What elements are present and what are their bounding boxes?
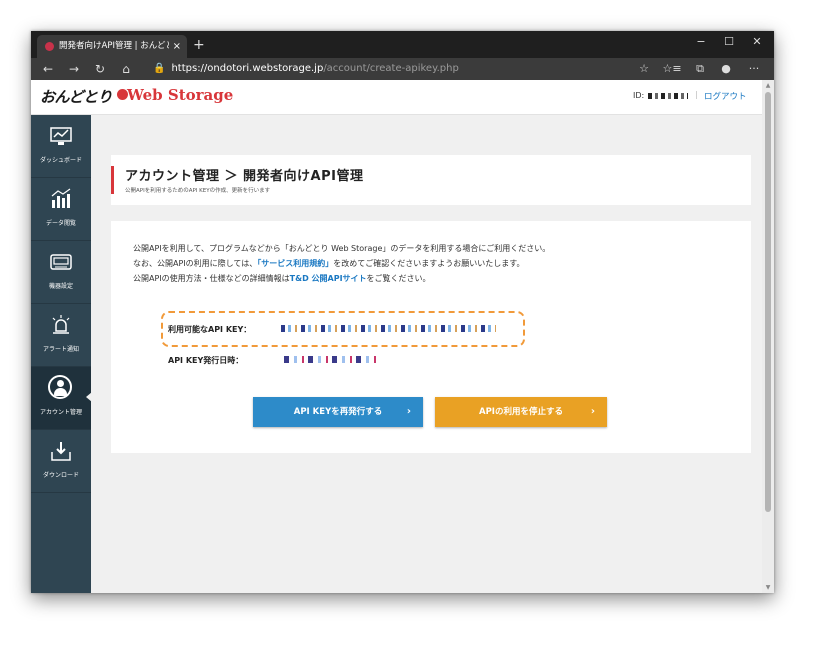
chevron-right-icon: ›	[590, 406, 595, 417]
api-key-masked-value[interactable]	[281, 325, 496, 332]
description-line-2: なお、公開APIの利用に際しては、「サービス利用規約」を改めてご確認くださいます…	[133, 258, 524, 269]
stop-api-button[interactable]: APIの利用を停止する ›	[435, 397, 607, 427]
chevron-right-icon: ›	[406, 406, 411, 417]
description-text: をご覧ください。	[366, 274, 431, 283]
address-bar: ← → ↻ ⌂ 🔒 https://ondotori.webstorage.jp/…	[31, 58, 774, 80]
api-key-label: 利用可能なAPI KEY：	[168, 325, 252, 334]
scrollbar-thumb[interactable]	[765, 92, 771, 512]
sidebar-item-label: アカウント管理	[39, 409, 82, 416]
sidebar-item-label: ダッシュボード	[39, 157, 82, 164]
minimize-button[interactable]: −	[686, 31, 716, 55]
user-id-label: ID:	[633, 91, 645, 100]
new-tab-button[interactable]: +	[193, 34, 205, 56]
browser-tab[interactable]: 開発者向けAPI管理 | おんどとり We ×	[37, 35, 187, 58]
user-id: ID:	[633, 91, 689, 100]
home-icon[interactable]: ⌂	[115, 58, 137, 80]
sidebar-item-label: アラート通知	[42, 346, 79, 353]
api-panel: 公開APIを利用して、プログラムなどから「おんどとり Web Storage」の…	[111, 221, 751, 453]
description-line-1: 公開APIを利用して、プログラムなどから「おんどとり Web Storage」の…	[133, 244, 551, 253]
profile-avatar[interactable]: ●	[715, 58, 737, 80]
sidebar: ダッシュボード データ閲覧 機器設定 アラート通知 アカウント管理 ダウンロード	[31, 115, 92, 593]
site-header: おんどとり Web Storage ID: | ログアウト	[31, 80, 762, 115]
device-settings-icon	[50, 254, 72, 270]
collections-icon[interactable]: ⧉	[689, 58, 711, 80]
account-icon	[48, 375, 72, 399]
header-separator: |	[695, 90, 698, 99]
page-header-panel: アカウント管理 ＞ 開発者向けAPI管理 公開APIを利用するためのAPI KE…	[111, 155, 751, 205]
description-text: 公開APIの使用方法・仕様などの詳細情報は	[133, 274, 290, 283]
reload-icon[interactable]: ↻	[89, 58, 111, 80]
sidebar-item-dashboard[interactable]: ダッシュボード	[31, 115, 91, 178]
page-title: アカウント管理 ＞ 開発者向けAPI管理	[125, 169, 364, 184]
description-text: を改めてご確認くださいますようお願いいたします。	[333, 259, 525, 268]
url-host: https://ondotori.webstorage.jp	[171, 63, 324, 74]
api-site-link[interactable]: T&D 公開APIサイト	[290, 274, 367, 283]
reissue-api-key-button[interactable]: API KEYを再発行する ›	[253, 397, 423, 427]
sidebar-item-label: 機器設定	[48, 283, 73, 290]
sidebar-item-label: ダウンロード	[42, 472, 79, 479]
close-window-button[interactable]: ✕	[742, 31, 772, 55]
more-menu-icon[interactable]: ···	[743, 58, 765, 80]
dashboard-icon	[50, 127, 72, 145]
api-key-issued-label: API KEY発行日時：	[168, 356, 244, 365]
description-text: なお、公開APIの利用に際しては、	[133, 259, 258, 268]
tab-close-icon[interactable]: ×	[173, 35, 181, 58]
stop-button-label: APIの利用を停止する	[479, 407, 563, 417]
favicon-icon	[45, 42, 54, 51]
alert-icon	[52, 315, 70, 334]
sidebar-item-device-settings[interactable]: 機器設定	[31, 241, 91, 304]
terms-of-service-link[interactable]: 「サービス利用規約」	[257, 259, 333, 268]
favorites-icon[interactable]: ☆≡	[661, 58, 683, 80]
back-icon[interactable]: ←	[37, 58, 59, 80]
url-field[interactable]: 🔒 https://ondotori.webstorage.jp/account/…	[153, 58, 459, 80]
page-subtitle: 公開APIを利用するためのAPI KEYの作成、更新を行います	[125, 188, 271, 194]
title-accent-bar	[111, 166, 114, 194]
logo-english[interactable]: Web Storage	[127, 86, 233, 104]
logo-japanese[interactable]: おんどとり	[40, 86, 113, 107]
sidebar-item-account[interactable]: アカウント管理	[31, 367, 92, 430]
logout-link[interactable]: ログアウト	[704, 90, 747, 102]
scroll-down-icon[interactable]: ▼	[762, 584, 774, 591]
reissue-button-label: API KEYを再発行する	[293, 407, 383, 417]
forward-icon[interactable]: →	[63, 58, 85, 80]
maximize-button[interactable]: ☐	[714, 31, 744, 55]
browser-window: 開発者向けAPI管理 | おんどとり We × + − ☐ ✕ ← → ↻ ⌂ …	[31, 31, 774, 593]
favorite-star-icon[interactable]: ☆	[633, 58, 655, 80]
url-path: /account/create-apikey.php	[323, 63, 459, 74]
api-key-highlight: 利用可能なAPI KEY：	[161, 311, 525, 347]
download-icon	[51, 442, 71, 461]
data-view-icon	[51, 188, 71, 208]
lock-icon: 🔒	[153, 63, 166, 74]
main-content: アカウント管理 ＞ 開発者向けAPI管理 公開APIを利用するためのAPI KE…	[91, 115, 762, 593]
api-key-issued-masked-value	[284, 356, 380, 363]
sidebar-item-download[interactable]: ダウンロード	[31, 430, 91, 493]
tab-title: 開発者向けAPI管理 | おんどとり We	[59, 41, 169, 51]
sidebar-item-alert[interactable]: アラート通知	[31, 304, 91, 367]
description-line-3: 公開APIの使用方法・仕様などの詳細情報はT&D 公開APIサイトをご覧ください…	[133, 273, 431, 284]
scroll-up-icon[interactable]: ▲	[762, 82, 774, 89]
title-bar: 開発者向けAPI管理 | おんどとり We × + − ☐ ✕	[31, 31, 774, 58]
sidebar-item-data-view[interactable]: データ閲覧	[31, 178, 91, 241]
user-id-masked-value	[648, 92, 689, 99]
vertical-scrollbar[interactable]: ▲ ▼	[762, 80, 774, 593]
sidebar-item-label: データ閲覧	[45, 220, 76, 227]
